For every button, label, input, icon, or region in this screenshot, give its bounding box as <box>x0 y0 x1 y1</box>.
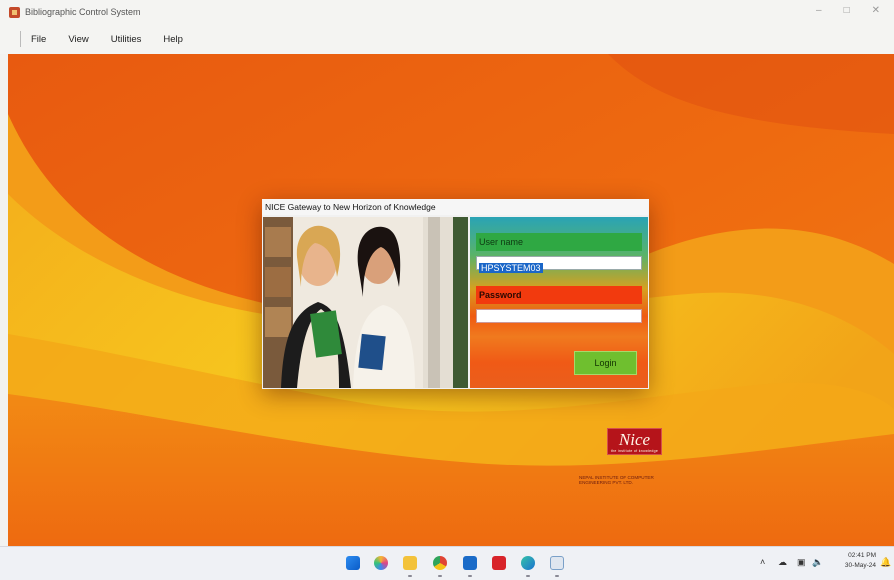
username-value: HPSYSTEM03 <box>479 263 543 273</box>
close-icon[interactable]: ✕ <box>872 5 880 16</box>
chevron-up-icon[interactable]: ˄ <box>760 557 765 567</box>
nice-logo-text: Nice <box>618 430 651 449</box>
login-button[interactable]: Login <box>574 351 637 375</box>
bell-icon[interactable]: 🔔 <box>880 557 891 568</box>
onedrive-icon[interactable]: ☁ <box>778 557 787 568</box>
nice-logo-tagline: the institute of knowledge <box>610 449 659 453</box>
menu-help[interactable]: Help <box>163 34 183 45</box>
outlook-icon[interactable] <box>463 556 477 570</box>
edge-icon[interactable] <box>521 556 535 570</box>
menubar: File View Utilities Help <box>0 24 894 54</box>
copilot-icon[interactable] <box>374 556 388 570</box>
window-title: Bibliographic Control System <box>25 7 141 17</box>
login-dialog: NICE Gateway to New Horizon of Knowledge <box>262 199 649 389</box>
file-explorer-icon[interactable] <box>403 556 417 570</box>
institute-name-text: Nepal Institute of Computer Engineering … <box>579 475 654 485</box>
nice-logo: Nice the institute of knowledge <box>607 428 662 455</box>
dialog-title: NICE Gateway to New Horizon of Knowledge <box>262 199 649 215</box>
running-indicator <box>438 575 442 577</box>
acrobat-icon[interactable] <box>492 556 506 570</box>
students-photo <box>263 217 468 388</box>
menu-utilities[interactable]: Utilities <box>111 34 142 45</box>
windows-start-icon[interactable] <box>346 556 360 570</box>
password-label: Password <box>476 286 642 304</box>
password-input[interactable] <box>476 309 642 323</box>
username-label: User name <box>476 233 642 251</box>
window-titlebar: Bibliographic Control System – □ ✕ <box>0 0 894 24</box>
os-taskbar: ˄ ☁ ▣ 🔈 02:41 PM 30-May-24 🔔 <box>0 546 894 580</box>
app-icon <box>9 6 20 18</box>
clock-time: 02:41 PM <box>848 552 876 559</box>
menu-file[interactable]: File <box>31 34 46 45</box>
clock-date: 30-May-24 <box>844 562 876 569</box>
minimize-icon[interactable]: – <box>816 5 822 16</box>
maximize-icon[interactable]: □ <box>844 5 850 16</box>
running-indicator <box>555 575 559 577</box>
running-indicator <box>468 575 472 577</box>
menu-separator <box>20 31 21 47</box>
running-indicator <box>408 575 412 577</box>
chrome-icon[interactable] <box>433 556 447 570</box>
window-controls: – □ ✕ <box>816 5 880 16</box>
display-icon[interactable]: ▣ <box>797 557 806 568</box>
notepad-icon[interactable] <box>550 556 564 570</box>
username-input[interactable]: HPSYSTEM03 <box>476 256 642 273</box>
running-indicator <box>526 575 530 577</box>
menu-view[interactable]: View <box>68 34 88 45</box>
login-form-panel: User name HPSYSTEM03 Password Login <box>470 217 648 388</box>
volume-icon[interactable]: 🔈 <box>812 557 823 568</box>
taskbar-clock[interactable]: 02:41 PM 30-May-24 <box>836 551 876 571</box>
